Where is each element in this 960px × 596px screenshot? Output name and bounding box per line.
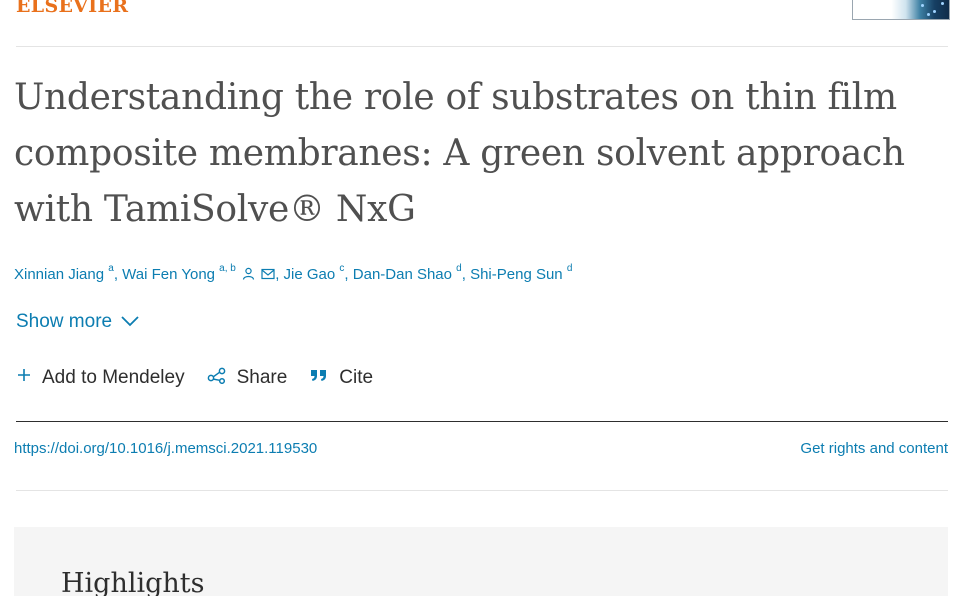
author-link[interactable]: Xinnian Jiang a (14, 263, 114, 283)
chevron-down-icon (120, 311, 140, 333)
share-label: Share (236, 367, 288, 388)
email-icon[interactable] (261, 267, 275, 284)
get-rights-link[interactable]: Get rights and content (800, 440, 948, 457)
quote-icon (309, 367, 329, 389)
share-icon (207, 366, 227, 390)
highlights-heading: Highlights (61, 568, 205, 596)
doi-divider (16, 490, 948, 491)
journal-cover-thumbnail[interactable] (852, 0, 950, 20)
article-title: Understanding the role of substrates on … (14, 77, 905, 230)
author-link[interactable]: Dan-Dan Shao d (353, 263, 462, 283)
actions-divider (16, 421, 948, 422)
header-divider (16, 46, 948, 47)
share-button[interactable]: Share (207, 366, 288, 390)
plus-icon (16, 367, 32, 389)
author-link[interactable]: Jie Gao c (284, 263, 345, 283)
person-icon[interactable] (242, 267, 255, 284)
publisher-logo[interactable]: ELSEVIER (16, 0, 128, 17)
author-link[interactable]: Shi-Peng Sun d (470, 263, 572, 283)
doi-link[interactable]: https://doi.org/10.1016/j.memsci.2021.11… (14, 440, 317, 457)
cite-button[interactable]: Cite (309, 367, 373, 389)
article-actions: Add to Mendeley Share Cite (16, 366, 373, 390)
show-more-button[interactable]: Show more (16, 311, 140, 333)
add-to-mendeley-button[interactable]: Add to Mendeley (16, 367, 185, 389)
author-link[interactable]: Wai Fen Yong a, b (122, 263, 236, 283)
cite-label: Cite (339, 367, 374, 388)
show-more-label: Show more (16, 311, 113, 332)
author-list: Xinnian Jiang a, Wai Fen Yong a, b , Jie… (14, 263, 573, 284)
add-to-mendeley-label: Add to Mendeley (42, 367, 185, 388)
